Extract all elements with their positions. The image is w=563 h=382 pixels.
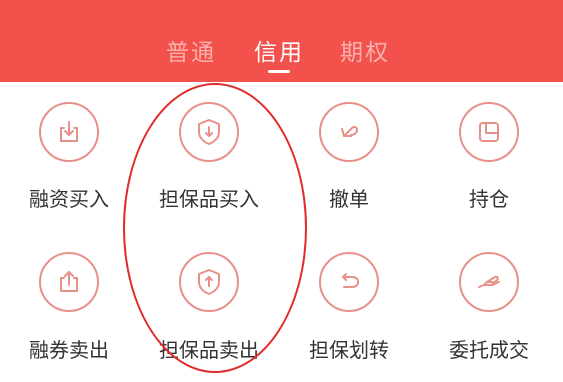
grid-item-label: 担保品卖出: [159, 338, 259, 362]
tab-options[interactable]: 期权: [340, 33, 390, 67]
grid-item-label: 撤单: [329, 187, 369, 211]
grid-item-collateral-transfer[interactable]: 担保划转: [289, 252, 409, 382]
tab-credit[interactable]: 信用: [254, 33, 304, 67]
grid-item-label: 融资买入: [29, 187, 109, 211]
grid-item-label: 担保品买入: [159, 187, 259, 211]
grid-item-label: 持仓: [469, 187, 509, 211]
undo-arrow-icon: [319, 102, 379, 162]
grid-item-label: 委托成交: [449, 338, 529, 362]
shield-up-icon: [179, 252, 239, 312]
grid-item-holdings[interactable]: 持仓: [429, 100, 549, 230]
grid-item-collateral-sell[interactable]: 担保品卖出: [149, 252, 269, 382]
download-box-icon: [39, 102, 99, 162]
grid-item-short-sell[interactable]: 融券卖出: [9, 252, 129, 382]
top-tab-bar: 普通 信用 期权: [0, 0, 563, 82]
grid-item-collateral-buy[interactable]: 担保品买入: [149, 100, 269, 230]
tab-normal[interactable]: 普通: [166, 33, 216, 67]
transfer-arrow-icon: [319, 252, 379, 312]
grid-item-label: 融券卖出: [29, 338, 109, 362]
grid-item-orders-trades[interactable]: 委托成交: [429, 252, 549, 382]
active-tab-indicator: [268, 70, 290, 73]
upload-box-icon: [39, 252, 99, 312]
shield-down-icon: [179, 102, 239, 162]
portfolio-icon: [459, 102, 519, 162]
grid-item-cancel-order[interactable]: 撤单: [289, 100, 409, 230]
grid-item-label: 担保划转: [309, 338, 389, 362]
grid-item-margin-buy[interactable]: 融资买入: [9, 100, 129, 230]
handshake-icon: [459, 252, 519, 312]
